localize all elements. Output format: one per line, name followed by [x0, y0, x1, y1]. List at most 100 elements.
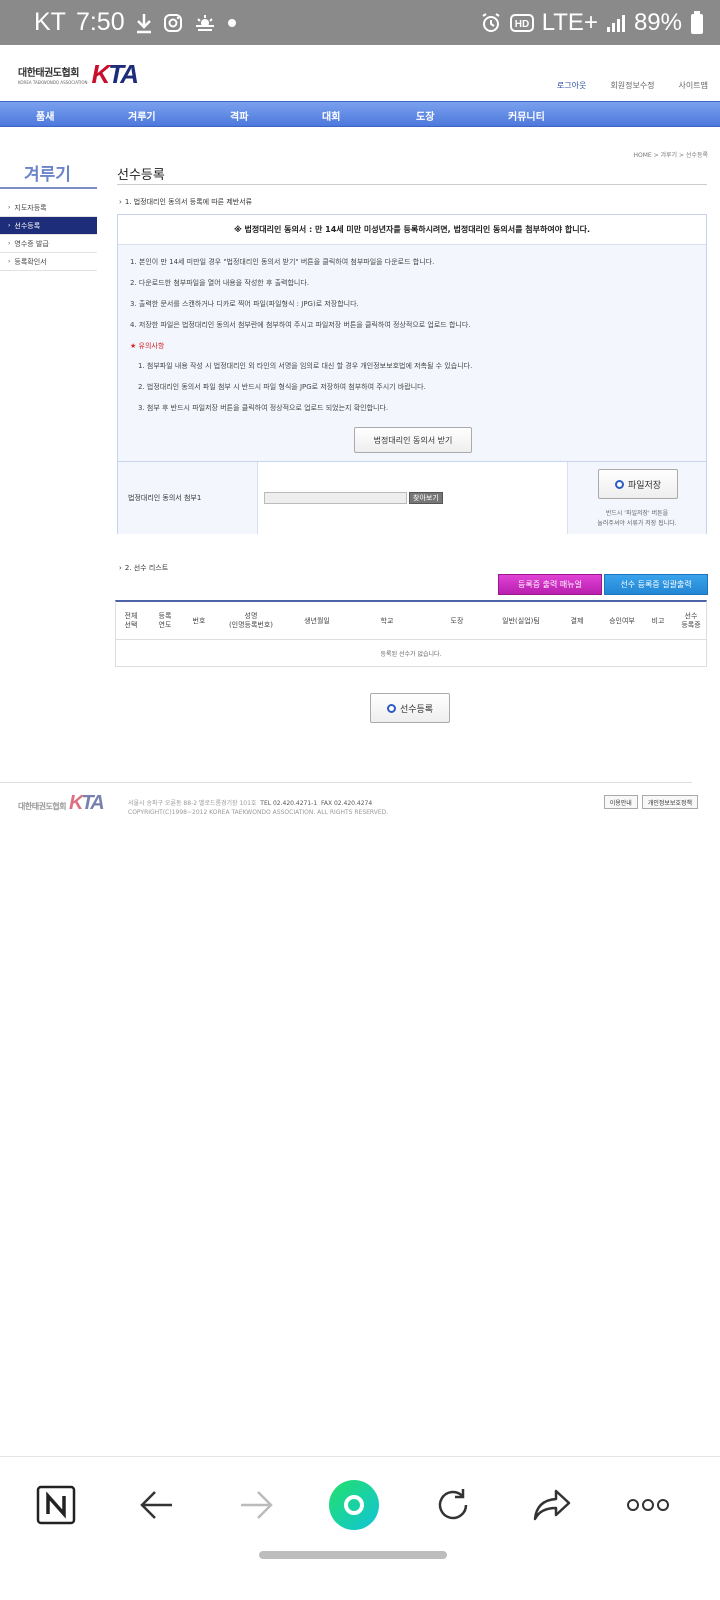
title-divider	[117, 184, 707, 185]
footer-logo: 대한태권도협회 KTA	[18, 792, 105, 814]
chevron-right-icon: ›	[8, 222, 11, 229]
alarm-icon	[480, 12, 502, 34]
nav-item-poomsae[interactable]: 품새	[36, 108, 54, 123]
footer-info: 서울시 송파구 오륜동 88-2 벨로드롬경기장 101호 TEL 02.420…	[128, 799, 388, 817]
chevron-right-icon: ›	[8, 240, 11, 247]
col-card: 선수 등록증	[681, 612, 701, 629]
footer-buttons: 이용안내 개인정보보호정책	[603, 795, 698, 809]
privacy-policy-button[interactable]: 개인정보보호정책	[641, 795, 698, 809]
back-icon[interactable]	[129, 1477, 185, 1533]
col-payment: 결제	[570, 616, 584, 625]
save-column: 파일저장 반드시 '파일저장' 버튼을 눌러주셔야 서류가 저장 됩니다.	[568, 462, 706, 534]
notice-line: 2. 다운로드한 첨부파일을 열어 내용을 작성한 후 출력합니다.	[130, 279, 310, 287]
sidebar-menu: › 지도자등록 › 선수등록 › 영수증 발급 › 등록확인서	[0, 199, 97, 271]
attachment-label: 법정대리인 동의서 첨부1	[118, 462, 258, 534]
col-birthdate: 생년월일	[304, 616, 330, 625]
chevron-right-icon: ›	[8, 258, 11, 265]
table-header: 전체 선택 등록 연도 번호 성명 (인명등록번호) 생년월일 학교 도장 일반…	[116, 602, 706, 640]
svg-text:HD: HD	[514, 19, 528, 30]
empty-message: 등록된 선수가 없습니다.	[380, 651, 442, 658]
col-name: 성명 (인명등록번호)	[228, 612, 274, 629]
col-select-all[interactable]: 전체 선택	[116, 602, 146, 640]
footer-logo-mark: KTA	[69, 792, 105, 814]
notice-line: 3. 출력한 문서를 스캔하거나 디카로 찍어 파일(파일형식 : JPG)로 …	[130, 300, 359, 308]
home-icon[interactable]	[326, 1477, 382, 1533]
sitemap-link[interactable]: 사이트맵	[679, 80, 708, 91]
notice-line: 4. 저장한 파일은 법정대리인 동의서 첨부란에 첨부하여 주시고 파일저장 …	[130, 321, 471, 329]
col-team: 일반(실업)팀	[502, 616, 540, 625]
more-icon[interactable]	[620, 1477, 676, 1533]
sidebar-item-receipt[interactable]: › 영수증 발급	[0, 235, 97, 253]
attachment-field: 찾아보기	[258, 462, 568, 534]
footer-fax: FAX 02.420.4274	[320, 800, 373, 807]
section1-label: › 1. 법정대리인 동의서 등록에 따른 제반서류	[119, 198, 253, 206]
col-approval: 승인여부	[609, 616, 635, 625]
logo-english-text: KOREA TAEKWONDO ASSOCIATION	[18, 80, 88, 85]
nav-item-dojang[interactable]: 도장	[416, 108, 434, 123]
weather-icon	[193, 13, 217, 33]
attachment-row: 법정대리인 동의서 첨부1 찾아보기 파일저장 반드시 '파일저장' 버튼을 눌…	[118, 461, 706, 534]
download-icon	[135, 12, 153, 34]
caution-line: 1. 첨부파일 내용 작성 시 법정대리인 외 타인의 서명을 임의로 대신 할…	[138, 362, 473, 370]
save-note: 반드시 '파일저장' 버튼을 눌러주셔야 서류가 저장 됩니다.	[597, 510, 677, 527]
caution-line: 2. 법정대리인 동의서 파일 첨부 시 반드시 파일 형식을 JPG로 저장하…	[138, 383, 426, 391]
file-path-input[interactable]	[264, 492, 407, 504]
instagram-icon	[163, 13, 183, 33]
naver-icon[interactable]	[28, 1477, 84, 1533]
circle-bullet-icon	[614, 479, 624, 489]
chevron-right-icon: ›	[119, 564, 122, 572]
chevron-right-icon: ›	[8, 204, 11, 211]
edit-profile-link[interactable]: 회원정보수정	[610, 80, 654, 91]
page-title: 선수등록	[117, 168, 165, 183]
consent-notice-box: ※ 법정대리인 동의서 : 만 14세 미만 미성년자를 등록하시려면, 법정대…	[117, 214, 707, 534]
clock: 7:50	[75, 8, 125, 36]
circle-bullet-icon	[386, 703, 396, 713]
col-school: 학교	[380, 616, 394, 625]
nav-item-community[interactable]: 커뮤니티	[508, 108, 545, 123]
browse-file-button[interactable]: 찾아보기	[409, 492, 443, 504]
signal-icon	[606, 13, 626, 33]
sidebar-item-athlete-registration[interactable]: › 선수등록	[0, 217, 97, 235]
download-consent-button[interactable]: 법정대리인 동의서 받기	[354, 427, 472, 453]
share-icon[interactable]	[524, 1477, 580, 1533]
notice-line: 1. 본인이 만 14세 미만일 경우 "법정대리인 동의서 받기" 버튼을 클…	[130, 258, 435, 266]
network-label: LTE+	[541, 8, 598, 36]
kta-logo[interactable]: 대한태권도협회 KOREA TAEKWONDO ASSOCIATION KTA	[18, 59, 139, 89]
nav-item-gyeorugi[interactable]: 겨루기	[128, 108, 156, 123]
battery-percent: 89%	[633, 8, 682, 36]
logo-korean-text: 대한태권도협회	[18, 68, 79, 79]
logout-link[interactable]: 로그아웃	[557, 80, 586, 91]
nav-item-gyeokpa[interactable]: 격파	[230, 108, 248, 123]
footer-copyright: COPYRIGHT(C)1998~2012 KOREA TAEKWONDO AS…	[128, 809, 389, 816]
forward-icon[interactable]	[228, 1477, 284, 1533]
dot-icon	[227, 18, 237, 28]
footer-divider	[0, 782, 692, 783]
battery-icon	[690, 10, 704, 35]
breadcrumb: HOME > 겨루기 > 선수등록	[633, 152, 708, 159]
athlete-list-table: 전체 선택 등록 연도 번호 성명 (인명등록번호) 생년월일 학교 도장 일반…	[115, 600, 707, 667]
bulk-print-button[interactable]: 선수 등록증 일괄출력	[604, 574, 708, 595]
browser-toolbar	[0, 1456, 720, 1600]
status-bar: KT 7:50 HD LTE+ 89%	[0, 0, 720, 45]
nav-item-competition[interactable]: 대회	[322, 108, 340, 123]
col-remarks: 비고	[651, 616, 665, 625]
register-athlete-button[interactable]: 선수등록	[370, 693, 450, 723]
sidebar-item-confirmation[interactable]: › 등록확인서	[0, 253, 97, 271]
section2-label: › 2. 선수 리스트	[119, 564, 169, 572]
col-number: 번호	[192, 616, 206, 625]
sidebar-item-instructor-registration[interactable]: › 지도자등록	[0, 199, 97, 217]
save-file-button[interactable]: 파일저장	[598, 469, 678, 499]
chevron-right-icon: ›	[119, 198, 122, 206]
top-links: 로그아웃 회원정보수정 사이트맵	[557, 80, 708, 91]
print-manual-button[interactable]: 등록증 출력 매뉴얼	[498, 574, 602, 595]
caution-line: 3. 첨부 후 반드시 파일저장 버튼을 클릭하여 정상적으로 업로드 되었는지…	[138, 404, 389, 412]
logo-mark: KTA	[91, 59, 138, 89]
sidebar-divider	[0, 187, 97, 189]
home-indicator[interactable]	[259, 1551, 447, 1559]
main-nav: 품새 겨루기 격파 대회 도장 커뮤니티	[0, 101, 720, 127]
footer-address: 서울시 송파구 오륜동 88-2 벨로드롬경기장 101호	[128, 800, 257, 807]
footer-tel: TEL 02.420.4271-1	[260, 800, 318, 807]
hd-icon: HD	[509, 13, 534, 33]
refresh-icon[interactable]	[425, 1477, 481, 1533]
terms-button[interactable]: 이용안내	[603, 795, 638, 809]
